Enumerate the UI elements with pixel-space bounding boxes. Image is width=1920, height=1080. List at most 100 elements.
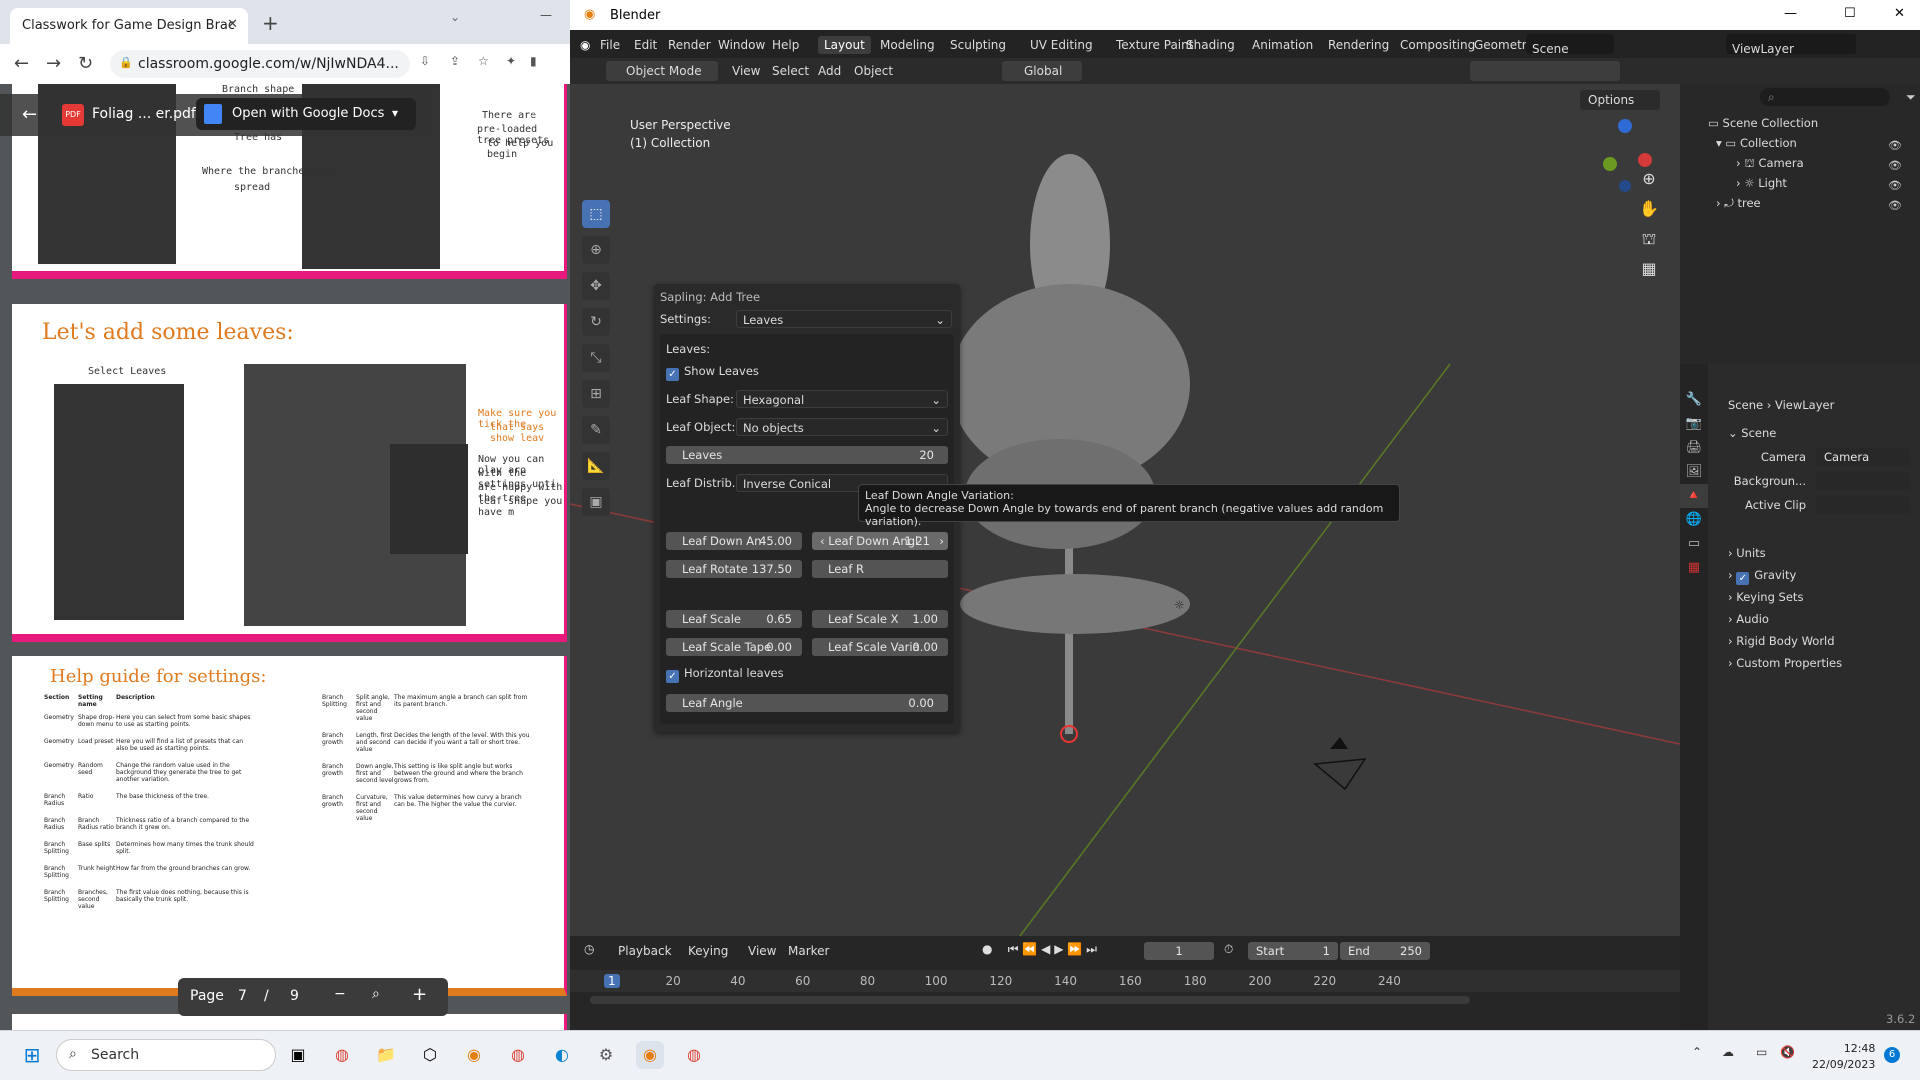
eye-icon[interactable]: 👁 bbox=[1888, 176, 1902, 196]
leaves-count-field[interactable]: Leaves 20 bbox=[666, 446, 948, 464]
chrome-third-icon[interactable]: ◍ bbox=[680, 1041, 708, 1069]
leaf-down-angle-field[interactable]: Leaf Down An 45.00 bbox=[666, 532, 802, 550]
timeline-menu-keying[interactable]: Keying bbox=[688, 944, 728, 958]
print-icon[interactable]: ⎙ bbox=[530, 104, 541, 120]
menu-render[interactable]: Render bbox=[668, 38, 711, 52]
timeline-menu-playback[interactable]: Playback bbox=[618, 944, 672, 958]
close-icon[interactable]: ✕ bbox=[1894, 6, 1905, 21]
unity-icon[interactable]: ⬡ bbox=[416, 1041, 444, 1069]
play-reverse-icon[interactable]: ◀ bbox=[1041, 942, 1050, 956]
workspace-tab[interactable]: Modeling bbox=[880, 38, 935, 52]
leaf-scale-variation-field[interactable]: Leaf Scale Varia 0.00 bbox=[812, 638, 948, 656]
timeline-menu-marker[interactable]: Marker bbox=[788, 944, 829, 958]
workspace-tab[interactable]: Texture Paint bbox=[1116, 38, 1193, 52]
minimize-icon[interactable]: — bbox=[540, 8, 552, 22]
eye-icon[interactable]: 👁 bbox=[1888, 136, 1902, 156]
world-tab-icon[interactable]: 🌐 bbox=[1680, 508, 1708, 532]
blender-menu-icon[interactable]: ◉ bbox=[580, 38, 590, 52]
install-icon[interactable]: ⇩ bbox=[420, 54, 430, 68]
eye-icon[interactable]: 👁 bbox=[1888, 196, 1902, 216]
prev-key-icon[interactable]: ⏪ bbox=[1022, 942, 1037, 956]
leaf-object-dropdown[interactable]: No objects ⌄ bbox=[736, 418, 948, 436]
forward-icon[interactable]: → bbox=[46, 53, 61, 74]
workspace-tab[interactable]: Shading bbox=[1186, 38, 1235, 52]
active-clip-field[interactable] bbox=[1816, 496, 1910, 514]
windows-start-icon[interactable]: ⊞ bbox=[18, 1041, 46, 1069]
share-icon[interactable]: ⇪ bbox=[450, 54, 460, 68]
back-icon[interactable]: ← bbox=[14, 53, 29, 74]
tab-search-icon[interactable]: ⌄ bbox=[450, 10, 460, 24]
render-tab-icon[interactable]: 📷 bbox=[1680, 412, 1708, 436]
current-frame-field[interactable]: 1 bbox=[1144, 942, 1214, 960]
edge-icon[interactable]: ◐ bbox=[548, 1041, 576, 1069]
workspace-tab[interactable]: Sculpting bbox=[950, 38, 1006, 52]
timeline-menu-view[interactable]: View bbox=[748, 944, 776, 958]
file-explorer-icon[interactable]: 📁 bbox=[372, 1041, 400, 1069]
extensions-icon[interactable]: ✦ bbox=[506, 54, 516, 68]
settings-icon[interactable]: ⚙ bbox=[592, 1041, 620, 1069]
collection-tab-icon[interactable]: ▭ bbox=[1680, 532, 1708, 556]
panel-gravity[interactable]: › ✓ Gravity bbox=[1728, 568, 1796, 585]
add-cube-icon[interactable]: ▣ bbox=[582, 488, 610, 516]
workspace-tab[interactable]: UV Editing bbox=[1030, 38, 1093, 52]
panel-custom-properties[interactable]: › Custom Properties bbox=[1728, 656, 1842, 670]
texture-tab-icon[interactable]: ▦ bbox=[1680, 556, 1708, 580]
panel-keying-sets[interactable]: › Keying Sets bbox=[1728, 590, 1803, 604]
header-menu-object[interactable]: Object bbox=[854, 64, 893, 78]
background-field[interactable] bbox=[1816, 472, 1910, 490]
next-key-icon[interactable]: ⏩ bbox=[1067, 942, 1082, 956]
menu-help[interactable]: Help bbox=[772, 38, 799, 52]
clock[interactable]: 12:48 22/09/2023 bbox=[1812, 1041, 1875, 1073]
site-info-icon[interactable]: 🔒 bbox=[119, 56, 133, 69]
leaf-angle-field[interactable]: Leaf Angle 0.00 bbox=[666, 694, 948, 712]
scene-panel-header[interactable]: ⌄ Scene bbox=[1728, 426, 1776, 440]
maximize-icon[interactable]: ☐ bbox=[1844, 6, 1856, 21]
filter-icon[interactable]: ⏷ bbox=[1906, 90, 1916, 105]
workspace-tab[interactable]: Animation bbox=[1252, 38, 1313, 52]
open-with-docs-button[interactable]: Open with Google Docs ▾ bbox=[196, 98, 416, 130]
select-box-icon[interactable]: ⬚ bbox=[582, 200, 610, 228]
reload-icon[interactable]: ↻ bbox=[78, 53, 93, 74]
outliner-item-light[interactable]: › ☼ Light bbox=[1736, 176, 1787, 190]
scene-selector[interactable]: Scene bbox=[1526, 34, 1614, 56]
minimize-icon[interactable]: — bbox=[1784, 6, 1797, 21]
blender-active-icon[interactable]: ◉ bbox=[636, 1041, 664, 1069]
zoom-icon[interactable]: ⊕ bbox=[1636, 164, 1662, 194]
options-button[interactable]: Options bbox=[1580, 90, 1660, 110]
shading-modes[interactable] bbox=[1470, 61, 1620, 81]
taskbar-search[interactable]: ⌕ Search bbox=[56, 1039, 276, 1071]
scene-camera-field[interactable]: Camera bbox=[1816, 448, 1910, 466]
leaf-rotate-variation-field[interactable]: Leaf R bbox=[812, 560, 948, 578]
mode-selector[interactable]: Object Mode bbox=[606, 61, 718, 81]
header-menu-view[interactable]: View bbox=[732, 64, 760, 78]
workspace-tab[interactable]: Rendering bbox=[1328, 38, 1389, 52]
leaf-scale-field[interactable]: Leaf Scale 0.65 bbox=[666, 610, 802, 628]
start-frame-field[interactable]: Start 1 bbox=[1248, 942, 1338, 960]
new-tab-icon[interactable]: + bbox=[262, 11, 279, 35]
zoom-in-icon[interactable]: + bbox=[412, 984, 427, 1005]
menu-file[interactable]: File bbox=[600, 38, 620, 52]
camera-object[interactable] bbox=[1310, 734, 1380, 794]
cursor-icon[interactable]: ⊕ bbox=[582, 236, 610, 264]
panel-rigid-body-world[interactable]: › Rigid Body World bbox=[1728, 634, 1835, 648]
show-hidden-icons[interactable]: ⌃ bbox=[1692, 1045, 1702, 1059]
notification-badge[interactable]: 6 bbox=[1884, 1047, 1900, 1063]
leaf-rotate-field[interactable]: Leaf Rotate 137.50 bbox=[666, 560, 802, 578]
timeline-ruler[interactable]: 1 20 40 60 80 100 120 140 160 180 200 220 240 bbox=[570, 970, 1680, 992]
camera-view-icon[interactable]: ⛫ bbox=[1636, 224, 1662, 254]
view-layer-tab-icon[interactable]: 🖼 bbox=[1680, 460, 1708, 484]
sidepanel-icon[interactable]: ▮ bbox=[530, 54, 537, 68]
collection-row[interactable]: ▾ ▭ Collection bbox=[1716, 136, 1797, 150]
jump-end-icon[interactable]: ⏭ bbox=[1086, 942, 1097, 956]
outliner-item-tree[interactable]: › ⤾ tree bbox=[1716, 196, 1761, 211]
back-arrow-icon[interactable]: ← bbox=[22, 104, 37, 125]
close-tab-icon[interactable]: ✕ bbox=[227, 17, 238, 32]
eye-icon[interactable]: 👁 bbox=[1888, 156, 1902, 176]
rotate-icon[interactable]: ↻ bbox=[582, 308, 610, 336]
zoom-out-icon[interactable]: − bbox=[334, 986, 346, 1002]
address-bar[interactable]: 🔒 classroom.google.com/w/NjIwNDA4... bbox=[110, 50, 410, 78]
volume-icon[interactable]: 🔇 bbox=[1780, 1045, 1795, 1059]
checkbox-checked-icon[interactable]: ✓ bbox=[1736, 572, 1750, 585]
jump-start-icon[interactable]: ⏮ bbox=[1008, 942, 1019, 956]
grid-toggle-icon[interactable]: ▦ bbox=[1636, 254, 1662, 284]
